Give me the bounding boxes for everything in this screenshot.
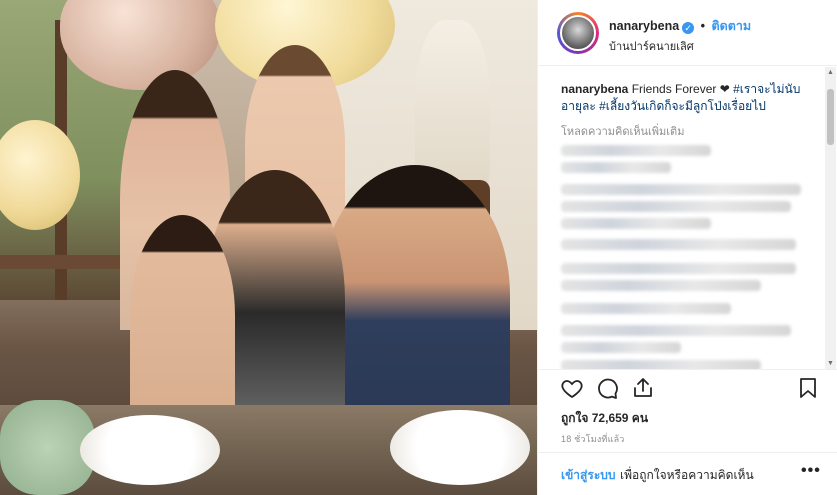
login-footer: เข้าสู่ระบบ เพื่อถูกใจหรือความคิดเห็น ••… [538,452,837,495]
blurred-comment [561,162,671,173]
likes-count[interactable]: ถูกใจ 72,659 คน [561,409,648,428]
blurred-comment [561,145,711,156]
post-header: nanarybena ✓ • ติดตาม บ้านปาร์คนายเลิศ [538,0,837,66]
post-photo[interactable] [0,0,537,495]
separator-dot: • [700,19,706,33]
post-timestamp[interactable]: 18 ชั่วโมงที่แล้ว [561,432,625,446]
post-caption: nanarybena Friends Forever ❤ #เราจะไม่นั… [561,81,821,115]
scroll-up-arrow-icon[interactable]: ▲ [825,67,836,78]
person-front-left [130,215,235,415]
blurred-comment [561,201,791,212]
bookmark-icon[interactable] [796,376,820,400]
share-icon[interactable] [631,376,655,400]
caption-username[interactable]: nanarybena [561,82,628,96]
blurred-comment [561,360,761,369]
heart-icon[interactable] [560,376,584,400]
blurred-comment [561,342,681,353]
follow-button[interactable]: ติดตาม [712,19,752,33]
blurred-comment [561,303,731,314]
scroll-thumb[interactable] [827,89,834,145]
blurred-comment [561,263,796,274]
comment-icon[interactable] [595,376,619,400]
header-user-line: nanarybena ✓ • ติดตาม [609,16,751,36]
scroll-down-arrow-icon[interactable]: ▼ [825,358,836,369]
caption-text: Friends Forever ❤ [628,82,730,96]
location-link[interactable]: บ้านปาร์คนายเลิศ [609,37,694,55]
more-options-icon[interactable]: ••• [801,462,821,480]
verified-badge-icon: ✓ [682,22,695,34]
blurred-comment [561,280,761,291]
comments-section: nanarybena Friends Forever ❤ #เราจะไม่นั… [538,67,837,369]
comments-scrollbar[interactable]: ▲ ▼ [825,67,836,369]
post-actions-bar [538,369,837,409]
username-link[interactable]: nanarybena [609,19,679,33]
avatar[interactable] [560,15,596,51]
blurred-comment [561,239,796,250]
blurred-comment [561,218,711,229]
login-link[interactable]: เข้าสู่ระบบ [561,466,616,485]
blurred-comment [561,184,801,195]
blurred-comment [561,325,791,336]
plate-right [390,410,530,485]
story-ring[interactable] [557,12,599,54]
post-side-panel: nanarybena ✓ • ติดตาม บ้านปาร์คนายเลิศ na… [537,0,837,495]
plate-left [80,415,220,485]
login-prompt-text: เพื่อถูกใจหรือความคิดเห็น [620,468,754,482]
person-front-right [320,165,510,425]
load-more-comments-button[interactable]: โหลดความคิดเห็นเพิ่มเติม [561,122,684,140]
